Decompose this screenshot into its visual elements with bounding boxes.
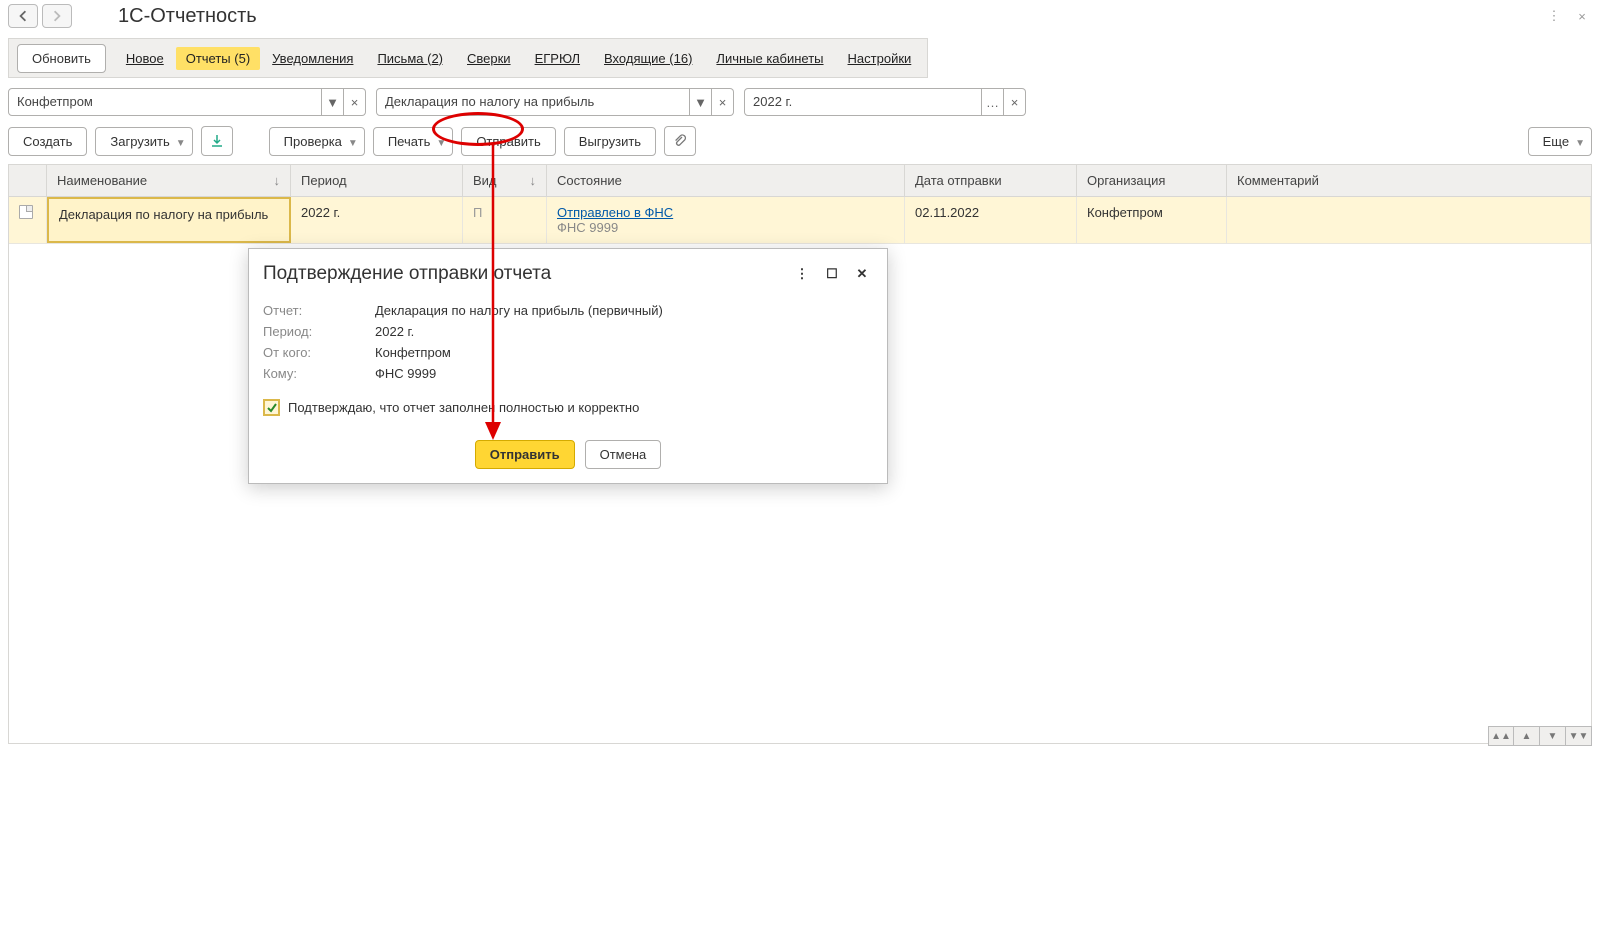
filter-org-input[interactable]: Конфетпром [8, 88, 322, 116]
scroll-bottom-icon[interactable]: ▼▼ [1566, 726, 1592, 746]
scroll-down-icon[interactable]: ▼ [1540, 726, 1566, 746]
download-icon-button[interactable] [201, 126, 233, 156]
chevron-down-icon: ▼ [348, 138, 358, 149]
check-icon [266, 402, 278, 414]
confirm-text: Подтверждаю, что отчет заполнен полность… [288, 400, 639, 415]
nav-egrul[interactable]: ЕГРЮЛ [523, 51, 592, 66]
print-button[interactable]: Печать ▼ [373, 127, 454, 156]
confirm-dialog: Подтверждение отправки отчета ⋮ ☐ ✕ Отче… [248, 248, 888, 484]
back-button[interactable] [8, 4, 38, 28]
load-label: Загрузить [110, 134, 169, 149]
create-button[interactable]: Создать [8, 127, 87, 156]
scroll-up-icon[interactable]: ▲ [1514, 726, 1540, 746]
row-name: Декларация по налогу на прибыль [47, 197, 291, 243]
filter-report-clear[interactable]: × [712, 88, 734, 116]
nav-reports[interactable]: Отчеты (5) [176, 47, 260, 70]
dialog-more-icon[interactable]: ⋮ [791, 263, 813, 285]
paperclip-icon [672, 133, 688, 149]
more-label: Еще [1543, 134, 1569, 149]
dialog-from-value: Конфетпром [375, 345, 451, 360]
table-row[interactable]: Декларация по налогу на прибыль 2022 г. … [9, 197, 1591, 244]
row-state: Отправлено в ФНС ФНС 9999 [547, 197, 905, 243]
filter-org-dropdown[interactable]: ▼ [322, 88, 344, 116]
more-button[interactable]: Еще ▼ [1528, 127, 1592, 156]
row-vid: П [463, 197, 547, 243]
more-icon[interactable]: ⋮ [1544, 6, 1564, 26]
filter-period-clear[interactable]: × [1004, 88, 1026, 116]
row-period: 2022 г. [291, 197, 463, 243]
th-name[interactable]: Наименование [47, 165, 291, 196]
title-bar: 1С-Отчетность ⋮ × [0, 0, 1600, 32]
nav-cabinets[interactable]: Личные кабинеты [704, 51, 835, 66]
check-label: Проверка [284, 134, 342, 149]
send-button[interactable]: Отправить [461, 127, 555, 156]
download-icon [209, 133, 225, 149]
dialog-report-label: Отчет: [263, 303, 375, 318]
dialog-title: Подтверждение отправки отчета [263, 263, 783, 285]
load-button[interactable]: Загрузить ▼ [95, 127, 192, 156]
confirm-checkbox[interactable] [263, 399, 280, 416]
arrow-left-icon [17, 10, 29, 22]
nav-incoming[interactable]: Входящие (16) [592, 51, 704, 66]
arrow-right-icon [51, 10, 63, 22]
row-doc-icon [9, 197, 47, 243]
dialog-maximize-icon[interactable]: ☐ [821, 263, 843, 285]
filter-org-clear[interactable]: × [344, 88, 366, 116]
forward-button[interactable] [42, 4, 72, 28]
page-title: 1С-Отчетность [118, 5, 257, 28]
refresh-button[interactable]: Обновить [17, 44, 106, 73]
th-org[interactable]: Организация [1077, 165, 1227, 196]
nav-letters[interactable]: Письма (2) [365, 51, 455, 66]
dialog-period-value: 2022 г. [375, 324, 414, 339]
row-org: Конфетпром [1077, 197, 1227, 243]
nav-settings[interactable]: Настройки [836, 51, 924, 66]
state-link[interactable]: Отправлено в ФНС [557, 205, 894, 220]
close-page-icon[interactable]: × [1572, 6, 1592, 26]
filter-report-input[interactable]: Декларация по налогу на прибыль [376, 88, 690, 116]
th-date[interactable]: Дата отправки [905, 165, 1077, 196]
th-vid[interactable]: Вид [463, 165, 547, 196]
chevron-down-icon: ▼ [436, 138, 446, 149]
dialog-from-label: От кого: [263, 345, 375, 360]
scroll-top-icon[interactable]: ▲▲ [1488, 726, 1514, 746]
dialog-to-label: Кому: [263, 366, 375, 381]
row-date: 02.11.2022 [905, 197, 1077, 243]
dialog-report-value: Декларация по налогу на прибыль (первичн… [375, 303, 663, 318]
state-sub: ФНС 9999 [557, 220, 618, 235]
dialog-period-label: Период: [263, 324, 375, 339]
table-header: Наименование Период Вид Состояние Дата о… [9, 165, 1591, 197]
dialog-close-icon[interactable]: ✕ [851, 263, 873, 285]
nav-notifications[interactable]: Уведомления [260, 51, 365, 66]
attach-button[interactable] [664, 126, 696, 156]
chevron-down-icon: ▼ [176, 138, 186, 149]
export-button[interactable]: Выгрузить [564, 127, 656, 156]
row-comment [1227, 197, 1591, 243]
dialog-cancel-button[interactable]: Отмена [585, 440, 662, 469]
th-comment[interactable]: Комментарий [1227, 165, 1591, 196]
chevron-down-icon: ▼ [1575, 138, 1585, 149]
th-icon[interactable] [9, 165, 47, 196]
print-label: Печать [388, 134, 431, 149]
check-button[interactable]: Проверка ▼ [269, 127, 365, 156]
toolbar: Создать Загрузить ▼ Проверка ▼ Печать ▼ Отп… [8, 126, 1592, 156]
nav-bar: Обновить Новое Отчеты (5) Уведомления Пи… [8, 38, 928, 78]
scroll-buttons: ▲▲ ▲ ▼ ▼▼ [1488, 726, 1592, 746]
th-period[interactable]: Период [291, 165, 463, 196]
filter-report-dropdown[interactable]: ▼ [690, 88, 712, 116]
nav-new[interactable]: Новое [114, 51, 176, 66]
filter-row: Конфетпром ▼ × Декларация по налогу на п… [8, 88, 1592, 116]
dialog-send-button[interactable]: Отправить [475, 440, 575, 469]
nav-sverki[interactable]: Сверки [455, 51, 523, 66]
filter-period-input[interactable]: 2022 г. [744, 88, 982, 116]
filter-period-pick[interactable]: … [982, 88, 1004, 116]
th-state[interactable]: Состояние [547, 165, 905, 196]
dialog-to-value: ФНС 9999 [375, 366, 436, 381]
